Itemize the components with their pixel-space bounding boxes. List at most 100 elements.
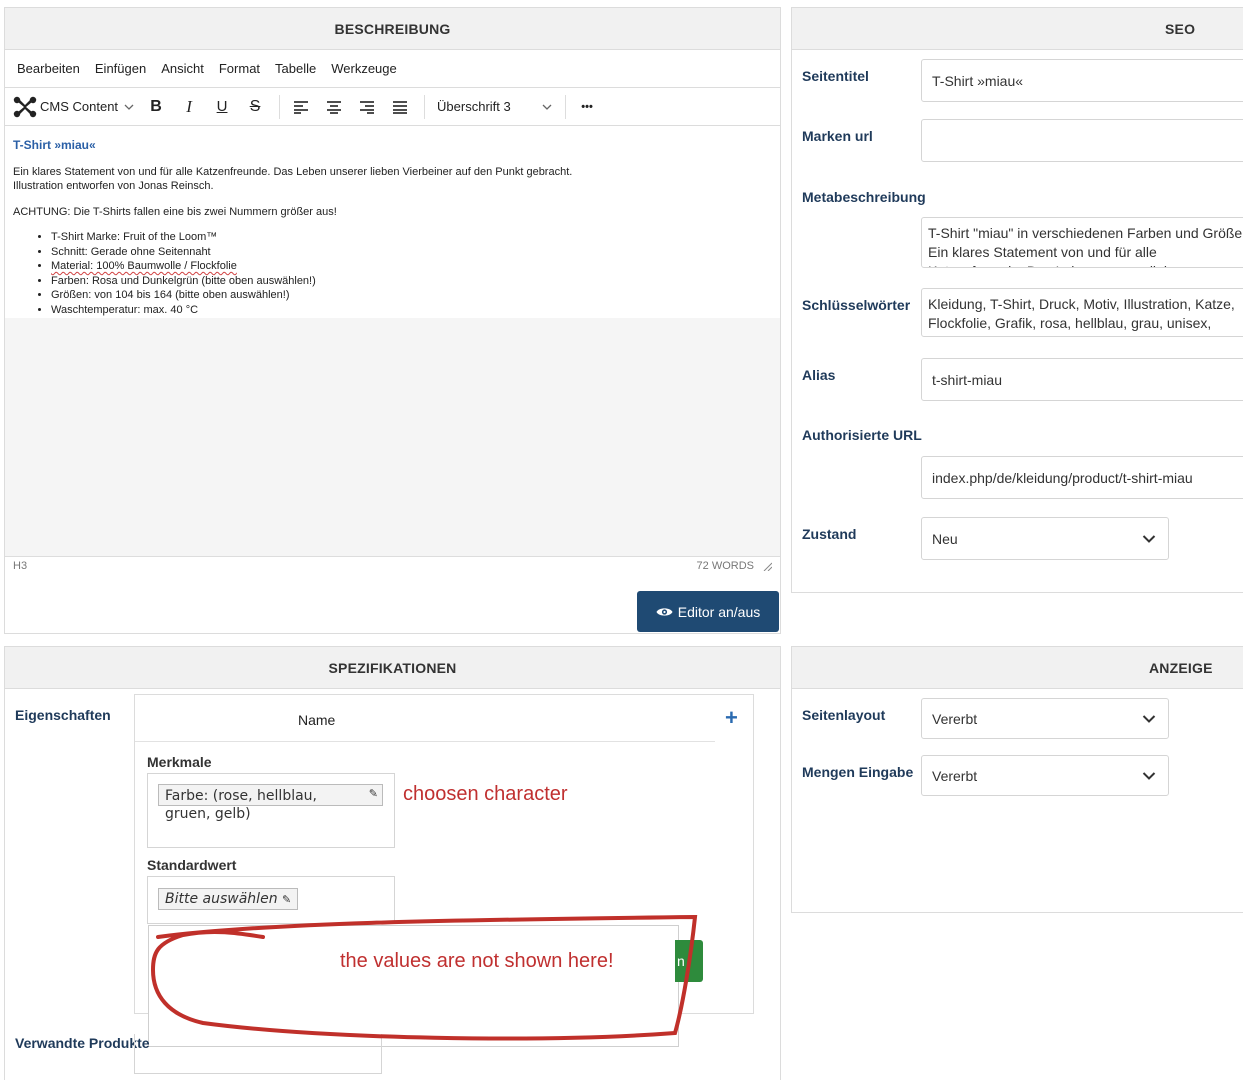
- merkmale-field[interactable]: Farbe: (rose, hellblau, gruen, gelb) ✎: [147, 773, 395, 848]
- zustand-label: Zustand: [802, 526, 857, 542]
- chevron-down-icon: [1142, 714, 1156, 723]
- marken-url-input[interactable]: [921, 119, 1243, 162]
- menu-format[interactable]: Format: [219, 61, 260, 76]
- seitenlayout-select[interactable]: Vererbt: [921, 698, 1169, 739]
- seitentitel-label: Seitentitel: [802, 68, 869, 84]
- menu-tabelle[interactable]: Tabelle: [275, 61, 316, 76]
- cms-content-label: CMS Content: [40, 99, 119, 114]
- doc-paragraph: Ein klares Statement von und für alle Ka…: [13, 165, 772, 194]
- doc-bullet-list: T-Shirt Marke: Fruit of the Loom™ Schnit…: [13, 230, 772, 317]
- menu-werkzeuge[interactable]: Werkzeuge: [331, 61, 397, 76]
- cms-content-dropdown[interactable]: CMS Content: [13, 93, 141, 121]
- resize-handle-icon[interactable]: [762, 561, 772, 571]
- authorisierte-url-input[interactable]: index.php/de/kleidung/product/t-shirt-mi…: [921, 456, 1243, 499]
- standardwert-tag[interactable]: Bitte auswählen ✎: [158, 888, 299, 910]
- standardwert-label: Standardwert: [147, 857, 237, 873]
- align-left-button[interactable]: [286, 93, 316, 121]
- edit-pencil-icon[interactable]: ✎: [369, 787, 378, 800]
- edit-pencil-icon[interactable]: ✎: [282, 893, 291, 906]
- mengen-eingabe-value: Vererbt: [932, 767, 978, 784]
- more-options-button[interactable]: •••: [572, 93, 602, 121]
- anzeige-panel: ANZEIGE Seitenlayout Vererbt Mengen Eing…: [791, 646, 1243, 913]
- word-count[interactable]: 72 WORDS: [697, 560, 754, 572]
- metabeschreibung-textarea[interactable]: T-Shirt "miau" in verschiedenen Farben u…: [921, 217, 1243, 268]
- annotation-values-not-shown: the values are not shown here!: [340, 950, 614, 972]
- list-item: Schnitt: Gerade ohne Seitennaht: [51, 245, 772, 260]
- metabeschreibung-label: Metabeschreibung: [802, 189, 926, 205]
- editor-document[interactable]: T-Shirt »miau« Ein klares Statement von …: [5, 126, 780, 318]
- align-center-icon: [327, 100, 342, 114]
- annotation-chosen-character: choosen character: [403, 783, 568, 805]
- doc-title: T-Shirt »miau«: [13, 138, 96, 152]
- list-item: Material: 100% Baumwolle / Flockfolie: [51, 259, 772, 274]
- merkmale-tag-box: Farbe: (rose, hellblau, gruen, gelb) ✎: [158, 784, 383, 822]
- element-path[interactable]: H3: [13, 560, 27, 572]
- spezifikationen-header: SPEZIFIKATIONEN: [5, 647, 780, 689]
- editor-toolbar: CMS Content B I U S Überschrift 3 •••: [5, 88, 780, 126]
- beschreibung-panel: BESCHREIBUNG Bearbeiten Einfügen Ansicht…: [4, 7, 781, 634]
- bold-button[interactable]: B: [141, 93, 171, 121]
- annotation-red-circle: [150, 915, 698, 1041]
- alias-input[interactable]: t-shirt-miau: [921, 358, 1243, 401]
- align-left-icon: [294, 100, 309, 114]
- chevron-down-icon: [542, 104, 552, 110]
- beschreibung-header: BESCHREIBUNG: [5, 8, 780, 50]
- menu-ansicht[interactable]: Ansicht: [161, 61, 204, 76]
- list-item: Waschtemperatur: max. 40 °C: [51, 303, 772, 318]
- align-right-button[interactable]: [352, 93, 382, 121]
- chevron-down-icon: [1142, 771, 1156, 780]
- zustand-select[interactable]: Neu: [921, 517, 1169, 560]
- heading-format-label: Überschrift 3: [437, 99, 511, 114]
- doc-paragraph-line: Ein klares Statement von und für alle Ka…: [13, 165, 573, 178]
- eigenschaften-label: Eigenschaften: [15, 707, 111, 723]
- editor-toggle-button[interactable]: Editor an/aus: [637, 591, 779, 632]
- align-right-icon: [360, 100, 375, 114]
- table-divider: [135, 741, 715, 742]
- editor-menubar: Bearbeiten Einfügen Ansicht Format Tabel…: [5, 50, 780, 88]
- italic-button[interactable]: I: [174, 93, 204, 121]
- seitenlayout-value: Vererbt: [932, 710, 978, 727]
- add-icon[interactable]: +: [725, 705, 738, 731]
- seo-header: SEO: [792, 8, 1243, 50]
- editor-content-area[interactable]: T-Shirt »miau« Ein klares Statement von …: [5, 126, 780, 556]
- align-justify-button[interactable]: [385, 93, 415, 121]
- menu-bearbeiten[interactable]: Bearbeiten: [17, 61, 80, 76]
- name-column-header: Name: [298, 712, 336, 728]
- merkmale-tag[interactable]: Farbe: (rose, hellblau, gruen, gelb) ✎: [158, 784, 383, 823]
- merkmale-label: Merkmale: [147, 754, 212, 770]
- eye-icon: [656, 607, 673, 616]
- alias-label: Alias: [802, 367, 836, 383]
- mengen-eingabe-label: Mengen Eingabe: [802, 764, 914, 780]
- schluesselwoerter-textarea[interactable]: Kleidung, T-Shirt, Druck, Motiv, Illustr…: [921, 288, 1243, 337]
- seitenlayout-label: Seitenlayout: [802, 707, 886, 723]
- authorisierte-url-label: Authorisierte URL: [802, 427, 922, 443]
- editor-statusbar: H3 72 WORDS: [5, 556, 780, 574]
- verwandte-produkte-label: Verwandte Produkte: [15, 1035, 150, 1051]
- anzeige-header: ANZEIGE: [792, 647, 1243, 689]
- seo-panel: SEO Seitentitel T-Shirt »miau« Marken ur…: [791, 7, 1243, 593]
- menu-einfuegen[interactable]: Einfügen: [95, 61, 146, 76]
- zustand-value: Neu: [932, 530, 958, 547]
- marken-url-label: Marken url: [802, 128, 873, 144]
- list-item: Größen: von 104 bis 164 (bitte oben ausw…: [51, 288, 772, 303]
- chevron-down-icon: [124, 104, 134, 110]
- joomla-icon: [13, 96, 37, 117]
- schluesselwoerter-label: Schlüsselwörter: [802, 297, 911, 313]
- heading-format-dropdown[interactable]: Überschrift 3: [431, 93, 559, 121]
- list-item: Farben: Rosa und Dunkelgrün (bitte oben …: [51, 274, 772, 289]
- spezifikationen-panel: SPEZIFIKATIONEN Eigenschaften Name + Mer…: [4, 646, 781, 1080]
- doc-paragraph: ACHTUNG: Die T-Shirts fallen eine bis zw…: [13, 205, 337, 218]
- merkmale-tag-text: Farbe: (rose, hellblau, gruen, gelb): [165, 788, 317, 822]
- toolbar-divider: [279, 94, 281, 119]
- chevron-down-icon: [1142, 534, 1156, 543]
- align-justify-icon: [393, 100, 408, 114]
- underline-button[interactable]: U: [207, 93, 237, 121]
- strikethrough-button[interactable]: S: [240, 93, 270, 121]
- align-center-button[interactable]: [319, 93, 349, 121]
- list-item: T-Shirt Marke: Fruit of the Loom™: [51, 230, 772, 245]
- seitentitel-input[interactable]: T-Shirt »miau«: [921, 59, 1243, 102]
- editor-toggle-label: Editor an/aus: [677, 603, 761, 620]
- standardwert-tag-text: Bitte auswählen: [165, 891, 278, 907]
- toolbar-divider: [424, 94, 426, 119]
- mengen-eingabe-select[interactable]: Vererbt: [921, 755, 1169, 796]
